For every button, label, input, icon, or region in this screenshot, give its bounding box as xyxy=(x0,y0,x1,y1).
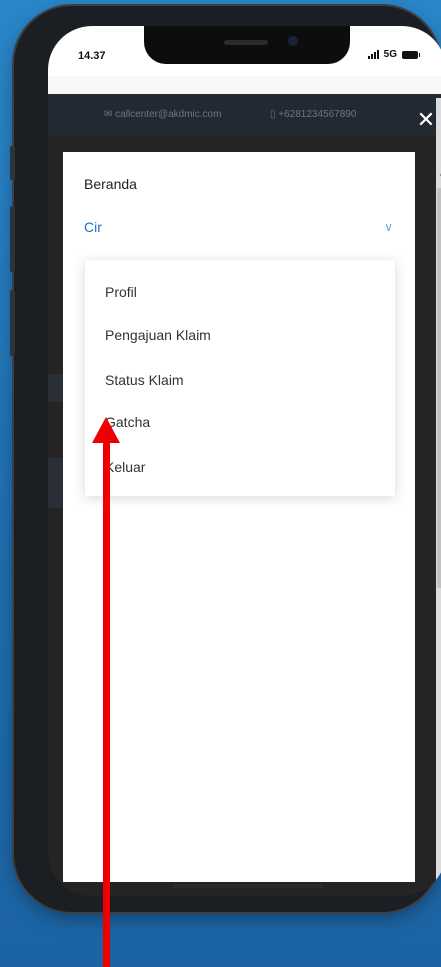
menu-item-status-klaim[interactable]: Status Klaim xyxy=(105,372,184,388)
home-indicator xyxy=(173,884,323,888)
notch xyxy=(144,26,350,64)
contact-phone[interactable]: ▯ +6281234567890 xyxy=(270,109,356,120)
side-button xyxy=(10,206,15,272)
scrollbar[interactable]: ▲ xyxy=(436,98,441,896)
dropdown-menu: Profil Pengajuan Klaim Status Klaim Gatc… xyxy=(85,260,395,496)
status-time: 14.37 xyxy=(78,50,106,62)
network-label: 5G xyxy=(383,49,397,60)
status-bar-spacer xyxy=(48,76,441,94)
redacted-area xyxy=(105,216,239,236)
menu-item-keluar[interactable]: Keluar xyxy=(105,459,145,475)
contact-email[interactable]: ✉ callcenter@akdmic.com xyxy=(104,109,221,120)
signal-icon xyxy=(367,50,379,59)
speaker-icon xyxy=(224,40,268,45)
status-indicators: 5G xyxy=(367,49,420,60)
chevron-down-icon[interactable]: ∨ xyxy=(384,220,393,234)
mobile-menu-panel: Beranda Cir ∨ Profil Pengajuan Klaim Sta… xyxy=(63,152,415,882)
close-icon[interactable]: ✕ xyxy=(416,109,436,131)
annotation-arrow-shaft xyxy=(103,440,110,967)
site-contact-bar: ✉ callcenter@akdmic.com ▯ +6281234567890 xyxy=(48,94,441,136)
phone-frame: 14.37 5G ✉ callcenter@akdmic.com ▯ +6281… xyxy=(10,6,441,912)
menu-title[interactable]: Beranda xyxy=(84,176,137,192)
menu-selector[interactable]: Cir xyxy=(84,219,102,235)
side-button xyxy=(10,146,15,180)
side-button xyxy=(10,290,15,356)
menu-item-profil[interactable]: Profil xyxy=(105,284,137,300)
menu-item-pengajuan-klaim[interactable]: Pengajuan Klaim xyxy=(105,327,211,343)
battery-icon xyxy=(402,50,420,59)
camera-icon xyxy=(288,36,298,46)
status-bar: 14.37 5G xyxy=(48,26,441,94)
scrollbar-thumb[interactable] xyxy=(437,188,441,588)
